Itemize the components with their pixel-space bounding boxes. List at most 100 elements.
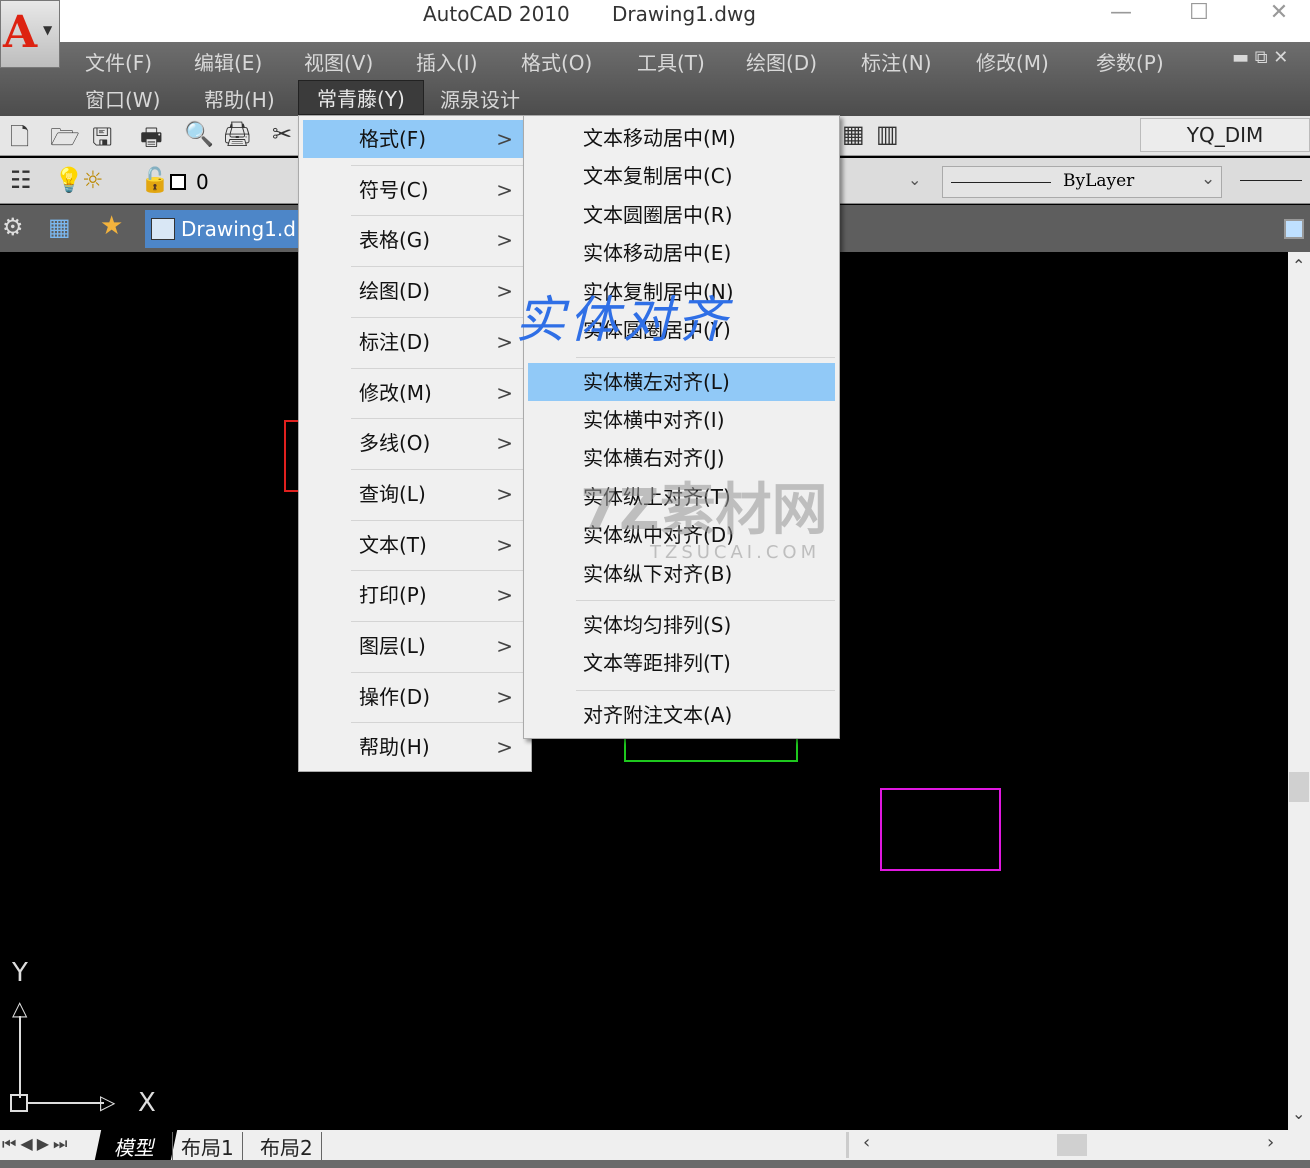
menu-item[interactable]: 查询(L) >: [303, 475, 525, 513]
menu-separator: [351, 164, 525, 166]
submenu-item[interactable]: 实体横左对齐(L): [528, 363, 835, 401]
dimstyle-box[interactable]: YQ_DIM: [1140, 118, 1310, 152]
menu-item[interactable]: 符号(C) >: [303, 171, 525, 209]
maximize-button[interactable]: ☐: [1174, 0, 1224, 30]
ucs-y-label: Y: [12, 958, 28, 988]
panel-toggle-icon[interactable]: [1284, 219, 1304, 239]
scroll-left-icon[interactable]: ‹: [863, 1132, 870, 1153]
tab-layout2[interactable]: 布局2: [252, 1132, 322, 1161]
chevron-right-icon: >: [496, 583, 513, 608]
calc-icon[interactable]: ▥: [876, 120, 899, 148]
scroll-up-icon[interactable]: ⌃: [1292, 256, 1305, 275]
tab-nav-arrows[interactable]: ⏮◀▶⏭: [2, 1134, 71, 1154]
title-bar: AutoCAD 2010 Drawing1.dwg — ☐ ✕: [0, 0, 1310, 42]
save-icon[interactable]: 🖫: [92, 120, 112, 161]
magenta-rectangle[interactable]: [880, 788, 1001, 871]
menu-window[interactable]: 窗口(W): [85, 84, 160, 113]
tab-model[interactable]: 模型: [94, 1130, 178, 1160]
autocad-logo-icon: A: [3, 7, 38, 58]
submenu-item[interactable]: 文本等距排列(T): [528, 644, 835, 682]
chevron-down-icon[interactable]: ⌄: [908, 170, 921, 189]
file-title: Drawing1.dwg: [612, 2, 756, 26]
ucs-x-arrow-icon: ▷: [100, 1090, 116, 1114]
ucs-origin-icon: [10, 1094, 28, 1112]
layer-name[interactable]: 0: [196, 170, 209, 194]
gear-icon[interactable]: ⚙: [2, 213, 24, 241]
application-menu-button[interactable]: A ▼: [0, 0, 60, 68]
preview-icon[interactable]: 🔍: [184, 120, 214, 148]
menu-item-label: 打印(P): [359, 583, 427, 608]
menu-edit[interactable]: 编辑(E): [194, 47, 262, 76]
submenu-item[interactable]: 文本圆圈居中(R): [528, 196, 835, 234]
submenu-item[interactable]: 对齐附注文本(A): [528, 696, 835, 734]
menu-item[interactable]: 多线(O) >: [303, 424, 525, 462]
menu-parametric[interactable]: 参数(P): [1096, 47, 1164, 76]
linetype-dropdown[interactable]: ByLayer ⌄: [942, 166, 1222, 198]
menu-changqingteng[interactable]: 常青藤(Y): [298, 80, 424, 115]
grid-icon[interactable]: ▦: [842, 120, 865, 148]
menu-tools[interactable]: 工具(T): [637, 47, 705, 76]
open-icon[interactable]: 🗁: [50, 120, 80, 161]
submenu-item[interactable]: 实体均匀排列(S): [528, 606, 835, 644]
menu-item[interactable]: 表格(G) >: [303, 221, 525, 259]
ucs-x-label: X: [138, 1088, 156, 1118]
chevron-right-icon: >: [496, 127, 513, 151]
vertical-scrollbar[interactable]: ⌃ ⌄: [1288, 252, 1310, 1130]
close-button[interactable]: ✕: [1254, 0, 1304, 30]
hscroll-thumb[interactable]: [1057, 1134, 1087, 1156]
bulb-icon[interactable]: 💡: [54, 166, 84, 194]
menu-file[interactable]: 文件(F): [85, 47, 152, 76]
print-icon[interactable]: 🖶: [140, 120, 163, 161]
menu-modify[interactable]: 修改(M): [976, 47, 1049, 76]
minimize-button[interactable]: —: [1096, 0, 1146, 30]
menu-item[interactable]: 文本(T) >: [303, 526, 525, 564]
menu-item[interactable]: 图层(L) >: [303, 627, 525, 665]
color-swatch: [170, 174, 186, 190]
submenu-item[interactable]: 文本复制居中(C): [528, 157, 835, 195]
menu-separator: [576, 357, 835, 358]
menu-help[interactable]: 帮助(H): [204, 84, 275, 113]
menu-separator: [576, 690, 835, 691]
new-icon[interactable]: 🗋: [10, 120, 29, 161]
star-icon[interactable]: ★: [100, 211, 123, 241]
horizontal-scrollbar[interactable]: ‹ ›: [846, 1132, 1286, 1158]
menu-item-label: 绘图(D): [359, 279, 431, 304]
menu-yuanquan[interactable]: 源泉设计: [440, 84, 520, 113]
menu-dimension[interactable]: 标注(N): [861, 47, 932, 76]
submenu-item[interactable]: 文本移动居中(M): [528, 119, 835, 157]
scroll-right-icon[interactable]: ›: [1267, 1132, 1274, 1153]
document-tab-label: Drawing1.d: [181, 217, 296, 241]
menu-item[interactable]: 绘图(D) >: [303, 272, 525, 310]
menu-separator: [351, 266, 525, 268]
menu-item[interactable]: 修改(M) >: [303, 374, 525, 412]
doc-window-controls[interactable]: ▬ ⧉ ✕: [1232, 47, 1288, 68]
handwritten-annotation: 实体对齐: [515, 291, 731, 349]
publish-icon[interactable]: 🖨: [222, 120, 252, 148]
lock-icon[interactable]: 🔓: [140, 166, 170, 194]
layer-manager-icon[interactable]: ☷: [10, 166, 32, 194]
menu-view[interactable]: 视图(V): [304, 47, 373, 76]
menu-item[interactable]: 打印(P) >: [303, 576, 525, 614]
submenu-item[interactable]: 实体横中对齐(I): [528, 401, 835, 439]
tab-layout1[interactable]: 布局1: [172, 1132, 243, 1161]
menu-format[interactable]: 格式(O): [521, 47, 592, 76]
menu-item[interactable]: 格式(F) >: [303, 120, 525, 158]
chevron-right-icon: >: [496, 329, 513, 354]
scroll-thumb[interactable]: [1289, 772, 1309, 802]
menu-item[interactable]: 操作(D) >: [303, 678, 525, 716]
scroll-down-icon[interactable]: ⌄: [1292, 1104, 1305, 1123]
chevron-down-icon: ▼: [43, 23, 53, 37]
sun-icon[interactable]: ☼: [82, 166, 104, 194]
menu-item[interactable]: 标注(D) >: [303, 323, 525, 361]
submenu-item[interactable]: 实体移动居中(E): [528, 234, 835, 272]
chevron-right-icon: >: [496, 380, 513, 405]
menu-item[interactable]: 帮助(H) >: [303, 728, 525, 766]
menu-insert[interactable]: 插入(I): [416, 47, 478, 76]
menu-draw[interactable]: 绘图(D): [746, 47, 817, 76]
document-tab[interactable]: Drawing1.d: [145, 210, 305, 248]
workspace-icon[interactable]: ▦: [48, 213, 71, 241]
cut-icon[interactable]: ✂: [272, 120, 292, 148]
chevron-down-icon: ⌄: [1201, 169, 1216, 189]
linetype-preview: [951, 182, 1051, 183]
menu-item-label: 帮助(H): [359, 735, 430, 760]
